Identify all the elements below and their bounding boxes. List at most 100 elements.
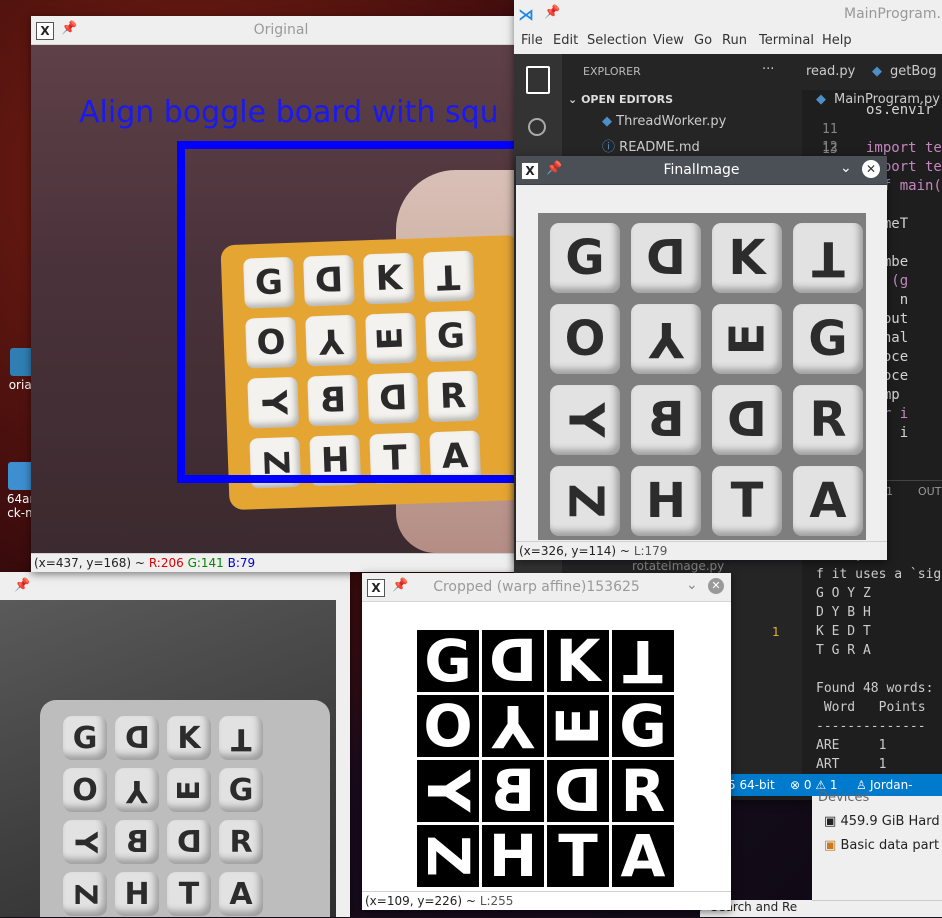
window-title: Original: [253, 22, 309, 38]
file-name: ThreadWorker.py: [616, 114, 727, 129]
menu-terminal[interactable]: Terminal: [759, 33, 814, 48]
tile-letter: G: [424, 627, 472, 695]
device-label: Basic data part: [840, 838, 940, 853]
tab-read[interactable]: read.py: [806, 64, 855, 79]
tile-letter: K: [555, 627, 601, 695]
marker-badge: 1: [772, 625, 780, 639]
tile-letter: Y: [67, 831, 103, 853]
minimize-icon[interactable]: ⌄: [840, 160, 852, 176]
letter-tile: E: [544, 695, 612, 757]
chevron-down-icon: ⌄: [568, 93, 578, 106]
code-line: os.envir: [866, 102, 934, 118]
tile-letter: O: [564, 311, 606, 367]
more-actions-icon[interactable]: ···: [762, 62, 774, 77]
terminal-line: ARE 1: [816, 738, 887, 753]
tile-letter: E: [544, 706, 612, 746]
tile-letter: T: [623, 627, 663, 695]
menu-selection[interactable]: Selection: [587, 33, 647, 48]
original-titlebar: X 📌 Original: [31, 16, 531, 45]
tile-letter: B: [490, 757, 536, 825]
status-bar: (x=109, y=226) ~ L:255: [362, 891, 731, 910]
cropped-window: X 📌 Cropped (warp affine)153625 ⌄ ✕ GDKT…: [362, 573, 731, 910]
letter-tile: A: [612, 822, 674, 890]
letter-tile: G: [550, 223, 620, 293]
panel-tab-output[interactable]: OUT: [918, 485, 941, 498]
tile-letter: G: [72, 720, 98, 756]
file-manager-panel: Devices ▣ 459.9 GiB Hard ▣ Basic data pa…: [812, 790, 942, 917]
letter-tile: T: [219, 716, 263, 760]
grayscale-window: 📌 GDKTOYEGYBDRZHTA: [0, 572, 350, 917]
letter-tile: G: [793, 304, 863, 374]
panel-tab-problems[interactable]: 1: [886, 485, 893, 498]
menu-edit[interactable]: Edit: [553, 33, 578, 48]
status-coords: (x=326, y=114) ~: [519, 544, 630, 558]
grayscale-image: GDKTOYEGYBDRZHTA: [0, 600, 336, 917]
tab-getbog[interactable]: getBog: [890, 64, 936, 79]
status-bar: (x=437, y=168) ~ R:206 G:141 B:79: [31, 553, 531, 572]
letter-tile: R: [219, 820, 263, 864]
letter-tile: G: [63, 716, 107, 760]
file-item[interactable]: rotateImage.py: [632, 559, 724, 573]
letter-tile: K: [547, 627, 609, 695]
pin-icon[interactable]: 📌: [14, 578, 30, 593]
status-l: L:255: [479, 894, 514, 908]
finalimage-canvas: GDKTOYEGYBDRZHTA: [516, 185, 887, 542]
menu-file[interactable]: File: [521, 33, 543, 48]
window-title: FinalImage: [663, 162, 740, 178]
tile-letter: T: [811, 230, 845, 286]
status-python[interactable]: 5 64-bit: [728, 774, 775, 796]
menu-view[interactable]: View: [653, 33, 684, 48]
tile-letter: R: [229, 824, 253, 860]
terminal-line: G O Y Z: [816, 586, 871, 601]
open-file-item[interactable]: ⓘ README.md: [602, 136, 700, 155]
letter-tile: Z: [414, 825, 482, 887]
letter-tile: Y: [115, 768, 159, 812]
vscode-titlebar: ⋊ 📌 MainProgram.: [514, 0, 942, 28]
tile-letter: T: [230, 720, 252, 756]
menu-help[interactable]: Help: [822, 33, 852, 48]
close-icon[interactable]: ✕: [708, 578, 724, 594]
status-g: G:141: [187, 556, 224, 570]
window-edge: [336, 600, 350, 917]
files-icon[interactable]: [526, 66, 550, 94]
device-item[interactable]: ▣ Basic data part: [824, 838, 939, 853]
tile-letter: A: [620, 822, 666, 890]
tile-letter: D: [646, 230, 686, 286]
letter-tile: A: [793, 466, 863, 536]
letter-tile: B: [631, 385, 701, 455]
tile-letter: A: [809, 473, 847, 529]
open-editors-header[interactable]: ⌄ OPEN EDITORS: [568, 93, 673, 106]
pin-icon[interactable]: 📌: [544, 5, 560, 20]
menu-run[interactable]: Run: [722, 33, 747, 48]
status-r: R:206: [148, 556, 184, 570]
alignment-square: [177, 141, 531, 483]
letter-tile: D: [631, 223, 701, 293]
letter-tile: G: [417, 627, 479, 695]
tile-letter: A: [229, 876, 253, 912]
tile-letter: K: [177, 720, 201, 756]
window-title: Cropped (warp affine)153625: [433, 579, 640, 595]
tile-letter: G: [619, 692, 667, 760]
minimize-icon[interactable]: ⌄: [686, 577, 698, 593]
tile-letter: D: [124, 720, 150, 756]
tile-letter: Z: [414, 834, 482, 878]
status-bar: (x=326, y=114) ~ L:179: [516, 541, 887, 560]
tile-letter: Z: [557, 483, 613, 519]
tile-letter: O: [423, 692, 473, 760]
final-tiles: GDKTOYEGYBDRZHTA: [538, 213, 866, 540]
letter-tile: Y: [414, 760, 482, 822]
menu-go[interactable]: Go: [694, 33, 712, 48]
file-name: README.md: [619, 140, 700, 155]
original-window: X 📌 Original GDKTOYEGYBDRZHTA Align bogg…: [31, 16, 531, 572]
open-file-item[interactable]: ◆ ThreadWorker.py: [602, 114, 726, 129]
terminal-line: K E D T: [816, 624, 871, 639]
close-icon[interactable]: ✕: [862, 160, 880, 178]
letter-tile: R: [793, 385, 863, 455]
device-item[interactable]: ▣ 459.9 GiB Hard: [824, 814, 940, 829]
letter-tile: Y: [482, 692, 544, 760]
letter-tile: E: [712, 304, 782, 374]
search-icon[interactable]: [528, 118, 546, 136]
tile-letter: E: [171, 779, 207, 801]
tile-letter: R: [809, 392, 847, 448]
